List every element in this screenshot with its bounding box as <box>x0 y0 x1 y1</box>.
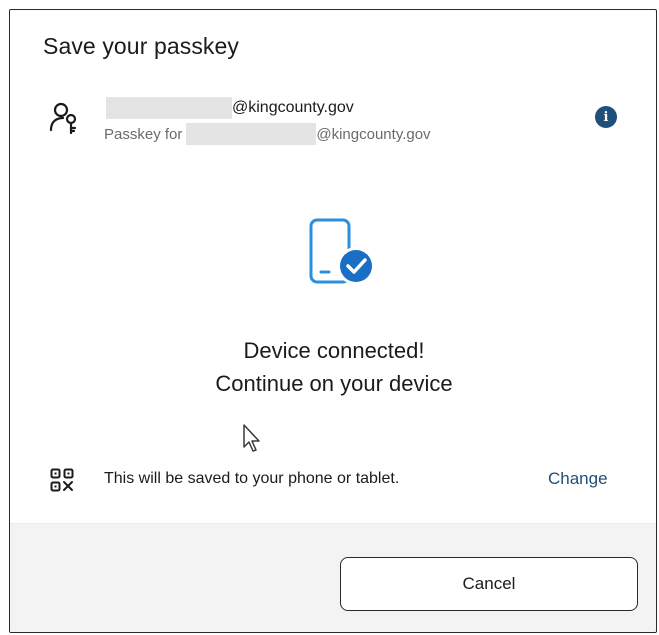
status-subheading: Continue on your device <box>215 371 453 396</box>
save-passkey-dialog: Save your passkey @kingcounty.gov Passke… <box>9 9 657 633</box>
passkey-prefix: Passkey for <box>104 125 183 143</box>
status-heading: Device connected! <box>243 338 425 363</box>
qr-code-icon <box>50 468 74 492</box>
save-location-row: This will be saved to your phone or tabl… <box>50 466 630 498</box>
account-email-suffix: @kingcounty.gov <box>232 99 354 116</box>
dialog-footer: Cancel <box>10 523 656 632</box>
redacted-username <box>106 97 232 119</box>
passkey-suffix: @kingcounty.gov <box>316 125 431 143</box>
account-row: @kingcounty.gov Passkey for @kingcounty.… <box>48 96 628 156</box>
dialog-title: Save your passkey <box>43 33 240 59</box>
cancel-button[interactable]: Cancel <box>340 557 638 611</box>
key-user-icon <box>49 102 77 135</box>
account-email: @kingcounty.gov <box>104 96 354 120</box>
save-location-text: This will be saved to your phone or tabl… <box>104 470 400 487</box>
passkey-description: Passkey for @kingcounty.gov <box>104 122 431 146</box>
mouse-cursor-icon <box>243 424 260 452</box>
change-link[interactable]: Change <box>548 469 608 489</box>
info-icon[interactable]: i <box>595 106 617 128</box>
phone-check-icon <box>309 218 375 285</box>
redacted-username <box>186 123 317 145</box>
